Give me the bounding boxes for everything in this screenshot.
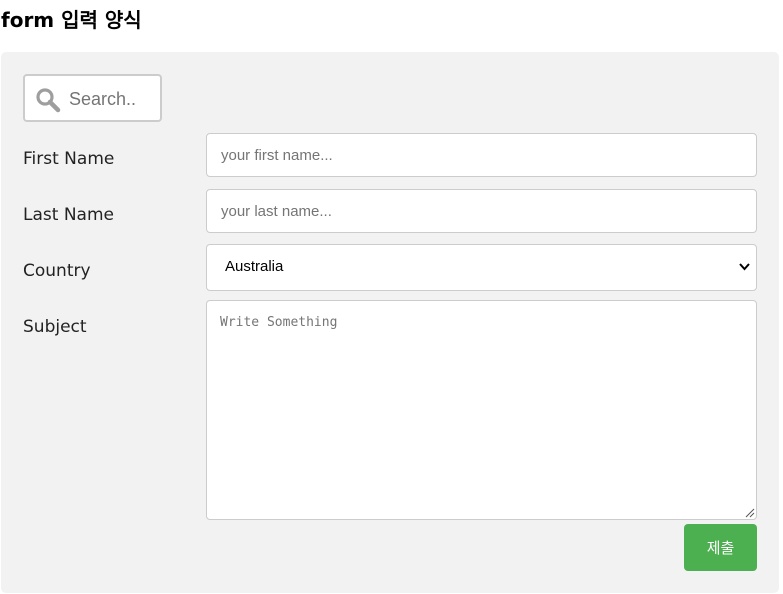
resize-handle-icon[interactable] bbox=[744, 507, 755, 518]
country-label: Country bbox=[23, 261, 91, 281]
first-name-label: First Name bbox=[23, 149, 115, 169]
last-name-label: Last Name bbox=[23, 205, 114, 225]
country-selected-value: Australia bbox=[225, 258, 284, 275]
form-container: First Name Last Name Country Australia S… bbox=[1, 52, 779, 593]
country-select[interactable]: Australia bbox=[206, 244, 757, 291]
first-name-field[interactable] bbox=[206, 133, 757, 177]
subject-textarea[interactable] bbox=[206, 300, 757, 520]
search-box[interactable] bbox=[23, 74, 162, 122]
subject-label: Subject bbox=[23, 317, 87, 337]
submit-button[interactable]: 제출 bbox=[684, 524, 757, 571]
last-name-field[interactable] bbox=[206, 189, 757, 233]
search-input[interactable] bbox=[69, 84, 157, 114]
chevron-down-icon bbox=[739, 263, 750, 271]
search-icon bbox=[36, 88, 61, 113]
page-title: form 입력 양식 bbox=[1, 8, 142, 32]
